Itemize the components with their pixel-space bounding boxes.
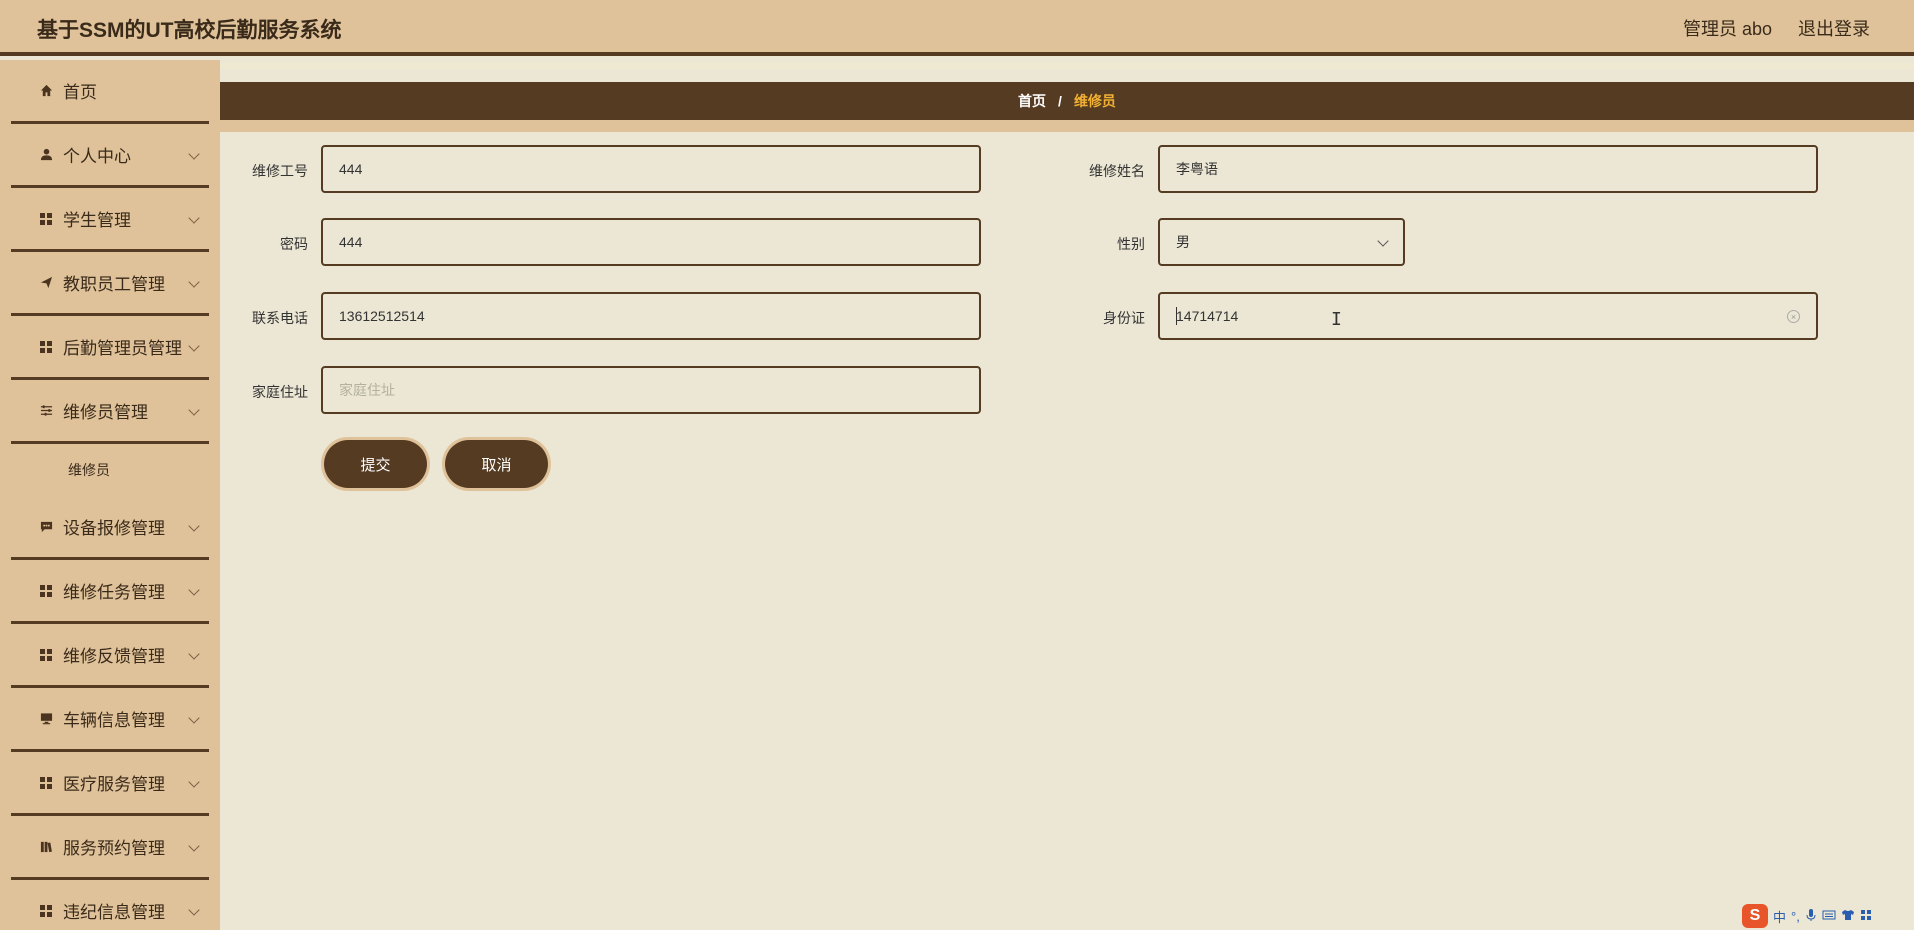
sidebar-item-staff-management[interactable]: 教职员工管理 xyxy=(11,252,209,316)
sidebar-item-equipment-repair-management[interactable]: 设备报修管理 xyxy=(11,496,209,560)
logout-link[interactable]: 退出登录 xyxy=(1798,15,1870,41)
sidebar-item-label: 学生管理 xyxy=(63,211,131,230)
breadcrumb-underline xyxy=(220,120,1914,132)
sidebar-item-vehicle-management[interactable]: 车辆信息管理 xyxy=(11,688,209,752)
chevron-down-icon xyxy=(188,840,200,852)
chevron-down-icon xyxy=(188,648,200,660)
sidebar-item-label: 维修任务管理 xyxy=(63,583,165,602)
id-card-value: 14714714 xyxy=(1176,308,1239,324)
chevron-down-icon xyxy=(188,520,200,532)
sidebar-item-label: 服务预约管理 xyxy=(63,839,165,858)
text-caret xyxy=(1176,307,1177,325)
sidebar-item-home[interactable]: 首页 xyxy=(11,60,209,124)
keyboard-icon[interactable] xyxy=(1822,909,1836,924)
sidebar-item-label: 设备报修管理 xyxy=(63,519,165,538)
sidebar-item-label: 教职员工管理 xyxy=(63,275,165,294)
address-input[interactable]: 家庭住址 xyxy=(321,366,981,414)
breadcrumb: 首页 / 维修员 xyxy=(220,82,1914,120)
password-label: 密码 xyxy=(280,236,308,252)
app-title: 基于SSM的UT高校后勤服务系统 xyxy=(37,19,342,42)
phone-label: 联系电话 xyxy=(252,310,308,326)
chevron-down-icon xyxy=(188,776,200,788)
chevron-down-icon xyxy=(188,212,200,224)
sliders-icon xyxy=(39,404,53,418)
repair-id-label: 维修工号 xyxy=(252,163,308,179)
phone-input[interactable]: 13612512514 xyxy=(321,292,981,340)
id-card-label: 身份证 xyxy=(1103,310,1145,326)
gender-select[interactable]: 男 xyxy=(1158,218,1405,266)
repair-name-label: 维修姓名 xyxy=(1089,163,1145,179)
sidebar-item-label: 个人中心 xyxy=(63,147,131,166)
grid-icon xyxy=(39,904,53,918)
microphone-icon[interactable] xyxy=(1805,908,1817,925)
ime-toolbar: S 中 °, xyxy=(1738,902,1914,930)
skin-shirt-icon[interactable] xyxy=(1841,909,1855,924)
mouse-ibeam-icon: I xyxy=(1331,309,1342,330)
chevron-down-icon xyxy=(188,712,200,724)
chevron-down-icon xyxy=(188,276,200,288)
sidebar-item-label: 后勤管理员管理 xyxy=(63,339,182,358)
monitor-icon xyxy=(39,712,53,726)
gender-select-value: 男 xyxy=(1176,234,1190,250)
sidebar-item-label: 维修员管理 xyxy=(63,403,148,422)
user-icon xyxy=(39,148,53,162)
sidebar-item-student-management[interactable]: 学生管理 xyxy=(11,188,209,252)
repair-id-input[interactable]: 444 xyxy=(321,145,981,193)
submit-button[interactable]: 提交 xyxy=(324,440,427,488)
grid-icon xyxy=(39,648,53,662)
chevron-down-icon xyxy=(188,584,200,596)
grid-icon xyxy=(39,212,53,226)
breadcrumb-home[interactable]: 首页 xyxy=(1018,91,1046,111)
content-top-stripe xyxy=(220,63,1914,69)
breadcrumb-current: 维修员 xyxy=(1073,93,1116,109)
gender-label: 性别 xyxy=(1117,236,1145,252)
sidebar-item-personal-center[interactable]: 个人中心 xyxy=(11,124,209,188)
sidebar-item-medical-service-management[interactable]: 医疗服务管理 xyxy=(11,752,209,816)
chevron-down-icon xyxy=(188,148,200,160)
id-card-input[interactable]: 14714714 × xyxy=(1158,292,1818,340)
chevron-down-icon xyxy=(188,404,200,416)
sidebar-item-repair-task-management[interactable]: 维修任务管理 xyxy=(11,560,209,624)
chevron-down-icon xyxy=(188,340,200,352)
sidebar-item-label: 医疗服务管理 xyxy=(63,775,165,794)
home-icon xyxy=(39,84,53,98)
password-input[interactable]: 444 xyxy=(321,218,981,266)
top-header: 基于SSM的UT高校后勤服务系统 管理员 abo 退出登录 xyxy=(0,0,1914,56)
grid-icon xyxy=(39,776,53,790)
sidebar-item-discipline-management[interactable]: 违纪信息管理 xyxy=(11,880,209,930)
toolbox-grid-icon[interactable] xyxy=(1860,909,1872,924)
chevron-down-icon xyxy=(1377,235,1389,247)
sidebar-item-repair-feedback-management[interactable]: 维修反馈管理 xyxy=(11,624,209,688)
send-icon xyxy=(39,276,53,290)
address-label: 家庭住址 xyxy=(252,384,308,400)
clear-icon[interactable]: × xyxy=(1787,310,1800,323)
sidebar: 首页 个人中心 学生管理 教职员工管理 后勤管理员管理 维修员管理 维修员 设备… xyxy=(0,60,220,930)
sidebar-item-label: 车辆信息管理 xyxy=(63,711,165,730)
cancel-button[interactable]: 取消 xyxy=(445,440,548,488)
grid-icon xyxy=(39,584,53,598)
sidebar-item-label: 维修反馈管理 xyxy=(63,647,165,666)
ime-lang-toggle[interactable]: 中 xyxy=(1773,907,1786,926)
sidebar-item-service-booking-management[interactable]: 服务预约管理 xyxy=(11,816,209,880)
breadcrumb-separator: / xyxy=(1058,93,1062,109)
current-user: 管理员 abo xyxy=(1682,19,1772,39)
sidebar-item-logistics-admin-management[interactable]: 后勤管理员管理 xyxy=(11,316,209,380)
grid-icon xyxy=(39,340,53,354)
repair-name-input[interactable]: 李粤语 xyxy=(1158,145,1818,193)
sidebar-item-label: 首页 xyxy=(63,83,97,102)
sidebar-subitem-repairer[interactable]: 维修员 xyxy=(0,444,220,496)
chat-icon xyxy=(39,520,53,534)
sidebar-item-repairer-management[interactable]: 维修员管理 xyxy=(11,380,209,444)
book-icon xyxy=(39,840,53,854)
sidebar-item-label: 违纪信息管理 xyxy=(63,903,165,922)
chevron-down-icon xyxy=(188,904,200,916)
sogou-logo-icon[interactable]: S xyxy=(1742,904,1768,928)
ime-punct-toggle[interactable]: °, xyxy=(1791,909,1800,924)
